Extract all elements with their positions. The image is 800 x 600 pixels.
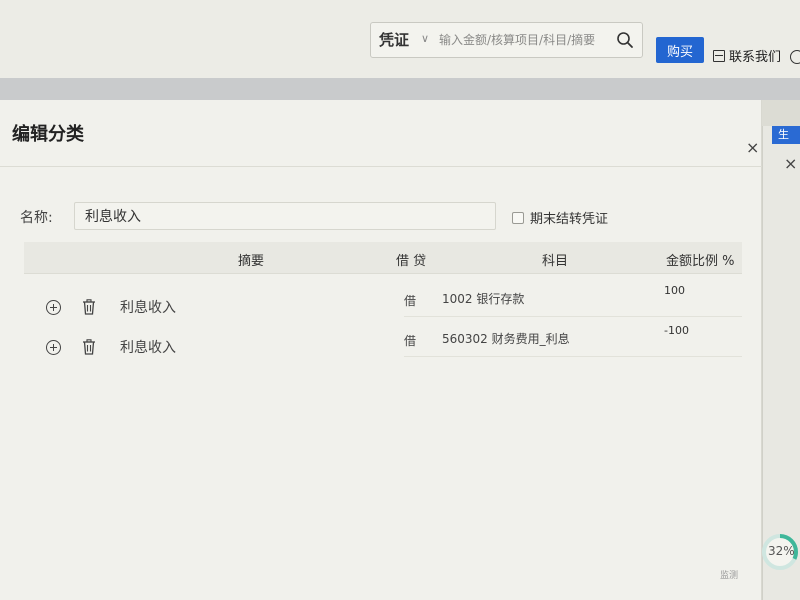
trash-icon[interactable] bbox=[82, 339, 96, 355]
name-input[interactable] bbox=[74, 202, 496, 230]
search-type-select[interactable]: 凭证 bbox=[379, 29, 409, 50]
chevron-down-icon[interactable]: ∨ bbox=[421, 32, 429, 45]
background-close-icon[interactable]: × bbox=[784, 154, 797, 173]
row-ratio[interactable]: -100 bbox=[664, 324, 689, 337]
trash-icon[interactable] bbox=[82, 299, 96, 315]
checkbox-box[interactable] bbox=[512, 211, 524, 224]
search-icon[interactable] bbox=[616, 31, 634, 49]
top-bar: 凭证 ∨ 购买 联系我们 bbox=[0, 0, 800, 78]
dialog-title: 编辑分类 bbox=[12, 124, 84, 145]
row-divider bbox=[404, 356, 742, 357]
row-debit-credit[interactable]: 借 bbox=[404, 332, 416, 349]
row-summary[interactable]: 利息收入 bbox=[120, 297, 176, 317]
add-row-icon[interactable] bbox=[46, 340, 61, 355]
background-tab[interactable]: 生 bbox=[772, 126, 800, 144]
table-row: 利息收入 借 560302 财务费用_利息 -100 bbox=[24, 320, 742, 356]
progress-label: 32% bbox=[768, 544, 795, 558]
contact-us-label: 联系我们 bbox=[729, 50, 782, 65]
row-divider bbox=[404, 316, 742, 317]
search-input[interactable] bbox=[439, 29, 609, 51]
row-subject[interactable]: 1002 银行存款 bbox=[442, 290, 524, 307]
period-end-checkbox[interactable]: 期末结转凭证 bbox=[512, 208, 608, 227]
footer-note: 监测 bbox=[720, 571, 739, 581]
row-summary[interactable]: 利息收入 bbox=[120, 337, 176, 357]
account-icon[interactable] bbox=[790, 50, 800, 64]
column-debit-credit: 借 贷 bbox=[396, 254, 427, 269]
edit-category-dialog: 编辑分类 × 名称: 期末结转凭证 摘要 借 贷 科目 金额比例 % 利息收入 … bbox=[0, 100, 762, 600]
period-end-label: 期末结转凭证 bbox=[530, 212, 609, 227]
close-icon[interactable]: × bbox=[746, 138, 759, 157]
search-box[interactable]: 凭证 ∨ bbox=[370, 22, 643, 58]
row-subject[interactable]: 560302 财务费用_利息 bbox=[442, 330, 570, 347]
table-row: 利息收入 借 1002 银行存款 100 bbox=[24, 280, 742, 316]
column-subject: 科目 bbox=[542, 254, 569, 269]
contact-icon bbox=[713, 49, 725, 62]
contact-us-link[interactable]: 联系我们 bbox=[713, 46, 781, 65]
table-header: 摘要 借 贷 科目 金额比例 % bbox=[24, 242, 742, 274]
nav-subbar bbox=[0, 78, 800, 100]
background-panel bbox=[762, 126, 800, 600]
name-label: 名称: bbox=[20, 210, 53, 226]
column-summary: 摘要 bbox=[238, 254, 265, 269]
row-debit-credit[interactable]: 借 bbox=[404, 292, 416, 309]
column-ratio: 金额比例 % bbox=[666, 254, 735, 269]
buy-button[interactable]: 购买 bbox=[656, 37, 704, 63]
add-row-icon[interactable] bbox=[46, 300, 61, 315]
dialog-divider bbox=[0, 166, 762, 167]
entries-table: 摘要 借 贷 科目 金额比例 % 利息收入 借 1002 银行存款 100 利息… bbox=[24, 242, 742, 392]
row-ratio[interactable]: 100 bbox=[664, 284, 685, 297]
